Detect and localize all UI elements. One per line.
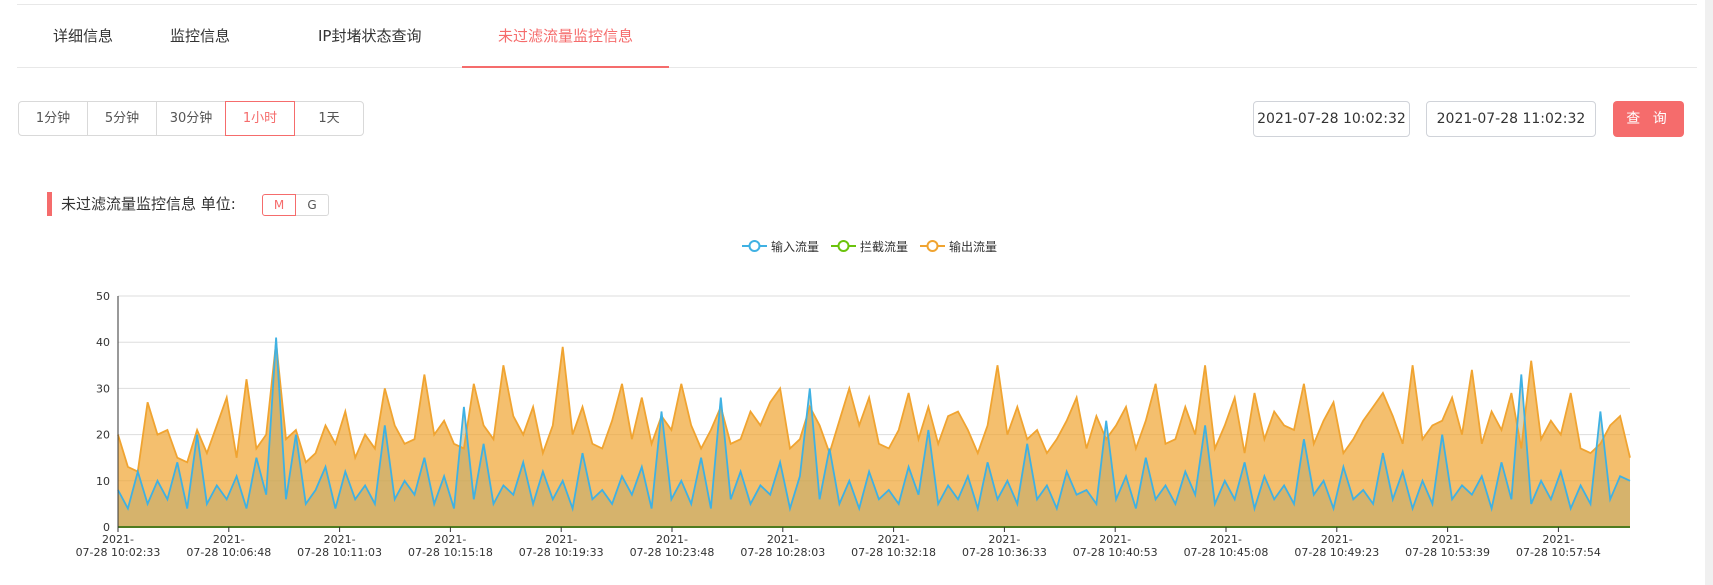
x-tick-time: 07-28 10:11:03	[297, 546, 382, 559]
x-tick-time: 07-28 10:36:33	[962, 546, 1047, 559]
x-tick-date: 2021-	[1432, 533, 1464, 546]
x-tick-time: 07-28 10:57:54	[1516, 546, 1601, 559]
legend-blocked-label: 拦截流量	[860, 239, 909, 254]
x-tick-time: 07-28 10:15:18	[408, 546, 493, 559]
legend-input-traffic[interactable]: 输入流量	[742, 238, 819, 255]
x-tick-date: 2021-	[1542, 533, 1574, 546]
range-1day[interactable]: 1天	[294, 101, 364, 136]
end-date-picker[interactable]: 2021-07-28 11:02:32	[1426, 101, 1596, 137]
unit-m-button[interactable]: M	[262, 194, 296, 216]
x-tick-time: 07-28 10:02:33	[76, 546, 161, 559]
x-tick-time: 07-28 10:28:03	[740, 546, 825, 559]
y-tick-label: 30	[96, 382, 110, 395]
range-1min[interactable]: 1分钟	[18, 101, 88, 136]
x-tick-date: 2021-	[1321, 533, 1353, 546]
section-title: 未过滤流量监控信息 单位:	[61, 195, 236, 213]
tab-unfiltered-traffic[interactable]: 未过滤流量监控信息	[462, 5, 670, 68]
x-tick-time: 07-28 10:45:08	[1184, 546, 1269, 559]
section-accent-bar	[47, 192, 52, 216]
x-tick-time: 07-28 10:23:48	[630, 546, 715, 559]
x-tick-date: 2021-	[1210, 533, 1242, 546]
legend-output-label: 输出流量	[949, 239, 998, 254]
tab-monitor[interactable]: 监控信息	[170, 5, 230, 68]
traffic-chart: 010203040502021-07-28 10:02:332021-07-28…	[76, 290, 1631, 559]
x-tick-date: 2021-	[434, 533, 466, 546]
chart-legend: 输入流量 拦截流量 输出流量	[742, 236, 1009, 256]
y-tick-label: 10	[96, 475, 110, 488]
start-date-picker[interactable]: 2021-07-28 10:02:32	[1253, 101, 1410, 137]
legend-output-icon	[920, 240, 946, 252]
x-tick-date: 2021-	[324, 533, 356, 546]
tab-ip-block-status[interactable]: IP封堵状态查询	[318, 5, 421, 68]
x-tick-date: 2021-	[767, 533, 799, 546]
y-tick-label: 20	[96, 429, 110, 442]
x-tick-time: 07-28 10:06:48	[186, 546, 271, 559]
range-30min[interactable]: 30分钟	[156, 101, 226, 136]
x-tick-date: 2021-	[878, 533, 910, 546]
x-tick-time: 07-28 10:32:18	[851, 546, 936, 559]
x-tick-time: 07-28 10:53:39	[1405, 546, 1490, 559]
x-tick-date: 2021-	[656, 533, 688, 546]
x-tick-time: 07-28 10:40:53	[1073, 546, 1158, 559]
range-5min[interactable]: 5分钟	[87, 101, 157, 136]
legend-output-traffic[interactable]: 输出流量	[920, 238, 997, 255]
query-button[interactable]: 查 询	[1613, 101, 1684, 137]
x-tick-date: 2021-	[545, 533, 577, 546]
tab-bar: 详细信息 监控信息 IP封堵状态查询 未过滤流量监控信息	[17, 5, 1697, 68]
legend-blocked-traffic[interactable]: 拦截流量	[831, 238, 908, 255]
unit-g-button[interactable]: G	[295, 194, 329, 216]
legend-input-icon	[742, 240, 767, 252]
x-tick-date: 2021-	[1099, 533, 1131, 546]
x-tick-date: 2021-	[988, 533, 1020, 546]
tab-details[interactable]: 详细信息	[53, 5, 113, 68]
y-tick-label: 40	[96, 336, 110, 349]
x-tick-time: 07-28 10:49:23	[1294, 546, 1379, 559]
range-1hour[interactable]: 1小时	[225, 101, 295, 136]
x-tick-date: 2021-	[102, 533, 134, 546]
x-tick-time: 07-28 10:19:33	[519, 546, 604, 559]
legend-input-label: 输入流量	[771, 239, 820, 254]
y-tick-label: 50	[96, 290, 110, 303]
x-tick-date: 2021-	[213, 533, 245, 546]
legend-blocked-icon	[831, 240, 857, 252]
